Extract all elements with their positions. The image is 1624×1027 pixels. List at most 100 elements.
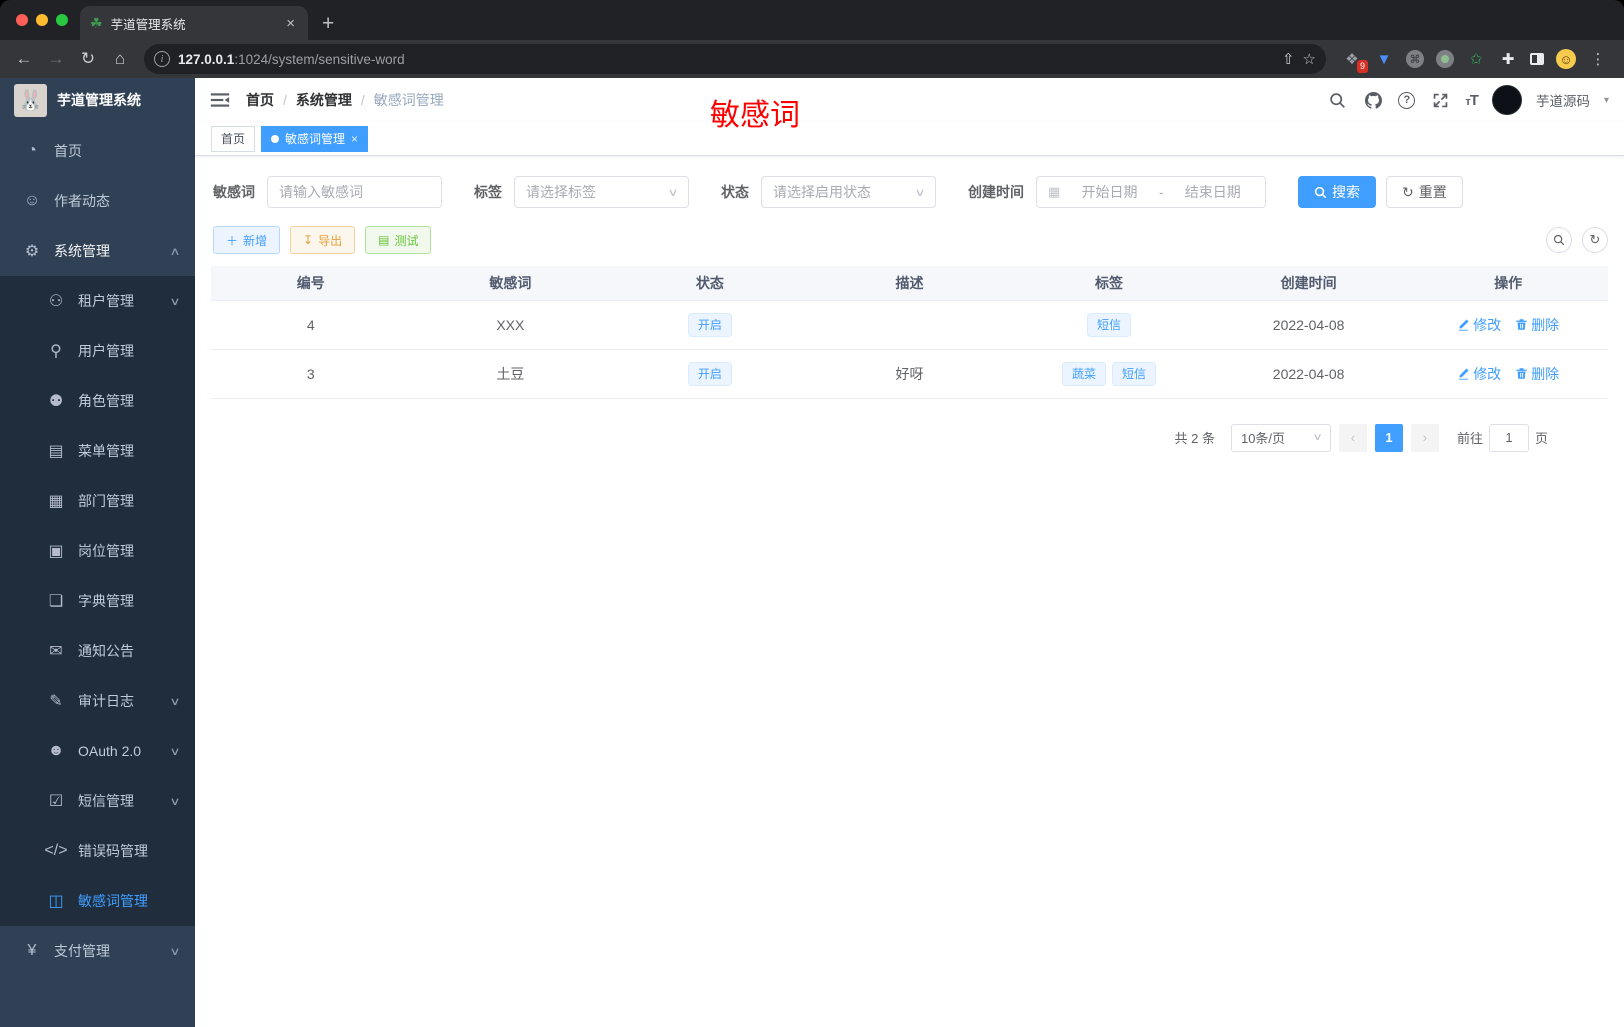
view-tag-敏感词管理[interactable]: 敏感词管理 ×	[261, 125, 369, 152]
minimize-window-button[interactable]	[36, 14, 48, 26]
forward-icon[interactable]: →	[42, 45, 70, 73]
sidebar-item-错误码管理[interactable]: </> 错误码管理	[0, 826, 195, 876]
status-select[interactable]: 请选择启用状态 ∨	[761, 176, 936, 208]
table-body: 4 XXX 开启 短信 2022-04-08 修改 删除 3 土豆 开启 好呀 蔬菜 短信 2022-04…	[211, 300, 1608, 399]
column-header-操作: 操作	[1408, 266, 1608, 301]
status-label: 状态	[721, 184, 749, 200]
test-button[interactable]: ▤ 测试	[365, 226, 432, 254]
sidebar-item-系统管理[interactable]: ⚙ 系统管理 ∧	[0, 226, 195, 276]
dictionary-icon: ❏	[48, 593, 64, 610]
user-name[interactable]: 芋道源码	[1536, 90, 1590, 110]
breadcrumb-item[interactable]: 首页	[246, 90, 274, 110]
column-header-状态: 状态	[610, 266, 810, 301]
sidebar-item-label: 字典管理	[78, 593, 134, 609]
goto-label: 前往	[1456, 431, 1483, 446]
site-info-icon[interactable]: i	[154, 51, 170, 67]
table-row: 3 土豆 开启 好呀 蔬菜 短信 2022-04-08 修改 删除	[211, 349, 1608, 399]
sidebar-item-label: 短信管理	[78, 793, 134, 809]
view-tag-label: 首页	[221, 132, 246, 146]
browser-menu-icon[interactable]: ⋮	[1588, 50, 1608, 68]
date-range-input[interactable]: ▦ 开始日期 - 结束日期	[1036, 176, 1266, 208]
gear-icon: ⚙	[24, 243, 40, 260]
status-badge[interactable]: 开启	[687, 312, 732, 337]
funnel-extension-icon[interactable]: ▼	[1374, 51, 1394, 68]
collapse-sidebar-icon[interactable]	[210, 91, 230, 109]
sidebar-item-字典管理[interactable]: ❏ 字典管理	[0, 576, 195, 626]
sidebar-item-菜单管理[interactable]: ▤ 菜单管理	[0, 426, 195, 476]
plant-favicon-icon: ☘	[90, 14, 103, 31]
status-badge[interactable]: 开启	[687, 361, 732, 386]
sidebar-item-审计日志[interactable]: ✎ 审计日志 ∨	[0, 676, 195, 726]
prev-page-button[interactable]: ‹	[1338, 423, 1367, 452]
edit-link[interactable]: 修改	[1457, 364, 1501, 384]
department-icon: ▦	[48, 493, 64, 510]
pagination: 共 2 条 10条/页 ∨ ‹ 1 › 前往 1 页	[211, 423, 1608, 452]
font-size-icon[interactable]: тT	[1465, 92, 1479, 109]
sidebar-item-通知公告[interactable]: ✉ 通知公告	[0, 626, 195, 676]
fullscreen-icon[interactable]	[1429, 89, 1451, 111]
user-avatar[interactable]	[1491, 85, 1522, 115]
sidebar-item-岗位管理[interactable]: ▣ 岗位管理	[0, 526, 195, 576]
sidebar-item-首页[interactable]: ◔ 首页	[0, 126, 195, 176]
search-button[interactable]: 搜索	[1298, 176, 1376, 208]
search-icon[interactable]	[1326, 89, 1348, 111]
sidebar-item-label: 敏感词管理	[78, 893, 148, 909]
star-extension-icon[interactable]: ✩	[1466, 50, 1486, 68]
sidebar-item-敏感词管理[interactable]: ◫ 敏感词管理	[0, 876, 195, 926]
browser-tab[interactable]: ☘ 芋道管理系统 ×	[80, 6, 308, 40]
sidebar-logo[interactable]: 🐰 芋道管理系统	[0, 78, 195, 122]
close-tag-icon[interactable]: ×	[351, 132, 358, 146]
sidebar-item-部门管理[interactable]: ▦ 部门管理	[0, 476, 195, 526]
new-tab-button[interactable]: +	[322, 13, 334, 34]
sidebar-item-label: 岗位管理	[78, 543, 134, 559]
help-icon[interactable]: ?	[1398, 91, 1416, 109]
sidebar-item-作者动态[interactable]: ☺ 作者动态	[0, 176, 195, 226]
keyword-input[interactable]: 请输入敏感词	[267, 176, 442, 208]
recorder-extension-icon[interactable]	[1436, 50, 1454, 68]
command-extension-icon[interactable]: ⌘	[1406, 50, 1424, 68]
sidebar-item-角色管理[interactable]: ⚉ 角色管理	[0, 376, 195, 426]
date-start-placeholder: 开始日期	[1081, 184, 1138, 200]
address-bar[interactable]: i 127.0.0.1:1024/system/sensitive-word ⇧…	[144, 44, 1326, 74]
sidebar-item-用户管理[interactable]: ⚲ 用户管理	[0, 326, 195, 376]
profile-avatar[interactable]: ☺	[1556, 49, 1576, 69]
page-size-select[interactable]: 10条/页 ∨	[1230, 423, 1331, 452]
show-search-toggle-button[interactable]	[1546, 227, 1572, 253]
sidebar-item-支付管理[interactable]: ¥ 支付管理 ∨	[0, 926, 195, 976]
home-icon[interactable]: ⌂	[106, 45, 134, 73]
share-icon[interactable]: ⇧	[1282, 50, 1295, 68]
extensions-puzzle-icon[interactable]: ✚	[1498, 50, 1518, 68]
back-icon[interactable]: ←	[10, 45, 38, 73]
view-tag-首页[interactable]: 首页	[211, 125, 256, 152]
reset-button[interactable]: ↻ 重置	[1386, 176, 1463, 208]
sidebar-item-短信管理[interactable]: ☑ 短信管理 ∨	[0, 776, 195, 826]
close-tab-icon[interactable]: ×	[283, 15, 298, 32]
add-button[interactable]: ＋ 新增	[213, 226, 281, 254]
export-button[interactable]: ↧ 导出	[290, 226, 356, 254]
sidebar-item-租户管理[interactable]: ⚇ 租户管理 ∨	[0, 276, 195, 326]
active-dot-icon	[271, 134, 280, 143]
goto-page-input[interactable]: 1	[1488, 423, 1529, 452]
zoom-window-button[interactable]	[56, 14, 68, 26]
edit-link[interactable]: 修改	[1457, 315, 1501, 335]
reload-icon[interactable]: ↻	[74, 45, 102, 73]
page-number-button[interactable]: 1	[1374, 423, 1403, 452]
chevron-down-icon: ∨	[169, 745, 181, 758]
sidebar-item-label: 审计日志	[78, 693, 134, 709]
refresh-table-button[interactable]: ↻	[1582, 227, 1608, 253]
user-menu-caret-icon[interactable]: ▾	[1604, 95, 1609, 106]
sidebar-item-OAuth 2.0[interactable]: ☻ OAuth 2.0 ∨	[0, 726, 195, 776]
close-window-button[interactable]	[16, 14, 28, 26]
next-page-button[interactable]: ›	[1410, 423, 1439, 452]
tag-select[interactable]: 请选择标签 ∨	[514, 176, 689, 208]
github-icon[interactable]	[1362, 89, 1384, 111]
delete-link[interactable]: 删除	[1515, 315, 1559, 335]
tab-title: 芋道管理系统	[110, 17, 186, 32]
breadcrumb-item[interactable]: 系统管理	[296, 90, 352, 110]
delete-link[interactable]: 删除	[1515, 364, 1559, 384]
cell-status: 开启	[610, 349, 810, 399]
side-panel-icon[interactable]	[1530, 53, 1544, 65]
bookmark-star-icon[interactable]: ☆	[1303, 50, 1316, 68]
window-controls[interactable]	[16, 14, 68, 26]
tab-grid-extension-icon[interactable]: ❖ 9	[1342, 50, 1368, 73]
